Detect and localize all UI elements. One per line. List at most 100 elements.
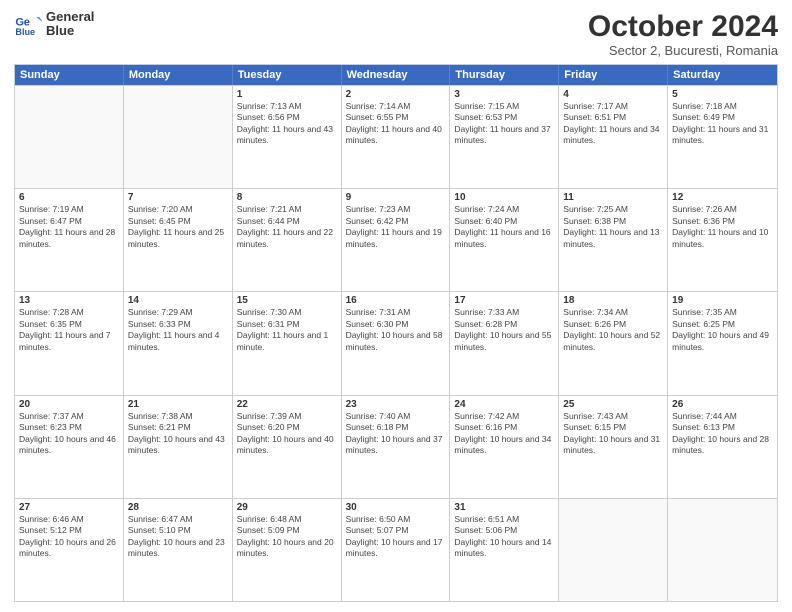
- calendar-day-16: 16Sunrise: 7:31 AM Sunset: 6:30 PM Dayli…: [342, 292, 451, 394]
- calendar-day-20: 20Sunrise: 7:37 AM Sunset: 6:23 PM Dayli…: [15, 396, 124, 498]
- calendar-day-5: 5Sunrise: 7:18 AM Sunset: 6:49 PM Daylig…: [668, 86, 777, 188]
- calendar-day-30: 30Sunrise: 6:50 AM Sunset: 5:07 PM Dayli…: [342, 499, 451, 601]
- day-number: 10: [454, 192, 554, 203]
- day-number: 6: [19, 192, 119, 203]
- calendar-day-21: 21Sunrise: 7:38 AM Sunset: 6:21 PM Dayli…: [124, 396, 233, 498]
- calendar-empty-cell: [559, 499, 668, 601]
- calendar-day-11: 11Sunrise: 7:25 AM Sunset: 6:38 PM Dayli…: [559, 189, 668, 291]
- day-info: Sunrise: 7:37 AM Sunset: 6:23 PM Dayligh…: [19, 411, 119, 457]
- day-number: 31: [454, 502, 554, 513]
- day-number: 28: [128, 502, 228, 513]
- day-number: 29: [237, 502, 337, 513]
- logo-line1: General: [46, 10, 94, 24]
- logo: G e Blue General Blue: [14, 10, 94, 39]
- day-number: 12: [672, 192, 773, 203]
- day-number: 1: [237, 89, 337, 100]
- header-day-sunday: Sunday: [15, 65, 124, 85]
- calendar-empty-cell: [124, 86, 233, 188]
- calendar-day-8: 8Sunrise: 7:21 AM Sunset: 6:44 PM Daylig…: [233, 189, 342, 291]
- calendar-day-10: 10Sunrise: 7:24 AM Sunset: 6:40 PM Dayli…: [450, 189, 559, 291]
- header-day-thursday: Thursday: [450, 65, 559, 85]
- calendar-day-28: 28Sunrise: 6:47 AM Sunset: 5:10 PM Dayli…: [124, 499, 233, 601]
- day-info: Sunrise: 7:15 AM Sunset: 6:53 PM Dayligh…: [454, 101, 554, 147]
- day-number: 8: [237, 192, 337, 203]
- day-info: Sunrise: 7:24 AM Sunset: 6:40 PM Dayligh…: [454, 204, 554, 250]
- calendar-week-4: 20Sunrise: 7:37 AM Sunset: 6:23 PM Dayli…: [15, 395, 777, 498]
- calendar-day-7: 7Sunrise: 7:20 AM Sunset: 6:45 PM Daylig…: [124, 189, 233, 291]
- day-number: 30: [346, 502, 446, 513]
- calendar-day-25: 25Sunrise: 7:43 AM Sunset: 6:15 PM Dayli…: [559, 396, 668, 498]
- page: G e Blue General Blue October 2024 Secto…: [0, 0, 792, 612]
- calendar-day-27: 27Sunrise: 6:46 AM Sunset: 5:12 PM Dayli…: [15, 499, 124, 601]
- calendar-header-row: SundayMondayTuesdayWednesdayThursdayFrid…: [15, 65, 777, 85]
- day-info: Sunrise: 7:43 AM Sunset: 6:15 PM Dayligh…: [563, 411, 663, 457]
- day-number: 15: [237, 295, 337, 306]
- day-info: Sunrise: 7:23 AM Sunset: 6:42 PM Dayligh…: [346, 204, 446, 250]
- calendar-day-17: 17Sunrise: 7:33 AM Sunset: 6:28 PM Dayli…: [450, 292, 559, 394]
- calendar-day-29: 29Sunrise: 6:48 AM Sunset: 5:09 PM Dayli…: [233, 499, 342, 601]
- day-info: Sunrise: 7:29 AM Sunset: 6:33 PM Dayligh…: [128, 307, 228, 353]
- calendar-day-13: 13Sunrise: 7:28 AM Sunset: 6:35 PM Dayli…: [15, 292, 124, 394]
- day-number: 14: [128, 295, 228, 306]
- title-block: October 2024 Sector 2, Bucuresti, Romani…: [588, 10, 778, 58]
- header: G e Blue General Blue October 2024 Secto…: [14, 10, 778, 58]
- day-info: Sunrise: 7:31 AM Sunset: 6:30 PM Dayligh…: [346, 307, 446, 353]
- logo-line2: Blue: [46, 24, 94, 38]
- calendar-week-3: 13Sunrise: 7:28 AM Sunset: 6:35 PM Dayli…: [15, 291, 777, 394]
- day-info: Sunrise: 7:17 AM Sunset: 6:51 PM Dayligh…: [563, 101, 663, 147]
- day-info: Sunrise: 6:51 AM Sunset: 5:06 PM Dayligh…: [454, 514, 554, 560]
- calendar-day-19: 19Sunrise: 7:35 AM Sunset: 6:25 PM Dayli…: [668, 292, 777, 394]
- day-info: Sunrise: 7:44 AM Sunset: 6:13 PM Dayligh…: [672, 411, 773, 457]
- day-info: Sunrise: 7:21 AM Sunset: 6:44 PM Dayligh…: [237, 204, 337, 250]
- calendar-day-24: 24Sunrise: 7:42 AM Sunset: 6:16 PM Dayli…: [450, 396, 559, 498]
- calendar-week-1: 1Sunrise: 7:13 AM Sunset: 6:56 PM Daylig…: [15, 85, 777, 188]
- day-info: Sunrise: 7:35 AM Sunset: 6:25 PM Dayligh…: [672, 307, 773, 353]
- location-subtitle: Sector 2, Bucuresti, Romania: [588, 43, 778, 58]
- day-number: 25: [563, 399, 663, 410]
- day-number: 27: [19, 502, 119, 513]
- month-title: October 2024: [588, 10, 778, 43]
- day-info: Sunrise: 7:30 AM Sunset: 6:31 PM Dayligh…: [237, 307, 337, 353]
- calendar-empty-cell: [15, 86, 124, 188]
- calendar-day-1: 1Sunrise: 7:13 AM Sunset: 6:56 PM Daylig…: [233, 86, 342, 188]
- header-day-saturday: Saturday: [668, 65, 777, 85]
- calendar-day-31: 31Sunrise: 6:51 AM Sunset: 5:06 PM Dayli…: [450, 499, 559, 601]
- day-number: 20: [19, 399, 119, 410]
- day-info: Sunrise: 6:47 AM Sunset: 5:10 PM Dayligh…: [128, 514, 228, 560]
- svg-text:Blue: Blue: [15, 27, 35, 37]
- day-number: 23: [346, 399, 446, 410]
- day-number: 18: [563, 295, 663, 306]
- day-number: 9: [346, 192, 446, 203]
- day-info: Sunrise: 7:42 AM Sunset: 6:16 PM Dayligh…: [454, 411, 554, 457]
- day-info: Sunrise: 6:48 AM Sunset: 5:09 PM Dayligh…: [237, 514, 337, 560]
- day-info: Sunrise: 7:40 AM Sunset: 6:18 PM Dayligh…: [346, 411, 446, 457]
- day-info: Sunrise: 7:33 AM Sunset: 6:28 PM Dayligh…: [454, 307, 554, 353]
- calendar-day-18: 18Sunrise: 7:34 AM Sunset: 6:26 PM Dayli…: [559, 292, 668, 394]
- day-info: Sunrise: 7:13 AM Sunset: 6:56 PM Dayligh…: [237, 101, 337, 147]
- day-number: 22: [237, 399, 337, 410]
- calendar-empty-cell: [668, 499, 777, 601]
- calendar-week-2: 6Sunrise: 7:19 AM Sunset: 6:47 PM Daylig…: [15, 188, 777, 291]
- calendar-day-22: 22Sunrise: 7:39 AM Sunset: 6:20 PM Dayli…: [233, 396, 342, 498]
- day-info: Sunrise: 7:26 AM Sunset: 6:36 PM Dayligh…: [672, 204, 773, 250]
- day-number: 24: [454, 399, 554, 410]
- day-info: Sunrise: 7:18 AM Sunset: 6:49 PM Dayligh…: [672, 101, 773, 147]
- calendar-day-9: 9Sunrise: 7:23 AM Sunset: 6:42 PM Daylig…: [342, 189, 451, 291]
- day-number: 11: [563, 192, 663, 203]
- logo-text: General Blue: [46, 10, 94, 39]
- calendar-week-5: 27Sunrise: 6:46 AM Sunset: 5:12 PM Dayli…: [15, 498, 777, 601]
- day-number: 4: [563, 89, 663, 100]
- day-info: Sunrise: 7:28 AM Sunset: 6:35 PM Dayligh…: [19, 307, 119, 353]
- calendar-day-14: 14Sunrise: 7:29 AM Sunset: 6:33 PM Dayli…: [124, 292, 233, 394]
- header-day-tuesday: Tuesday: [233, 65, 342, 85]
- day-number: 17: [454, 295, 554, 306]
- day-number: 21: [128, 399, 228, 410]
- day-info: Sunrise: 7:38 AM Sunset: 6:21 PM Dayligh…: [128, 411, 228, 457]
- calendar-day-6: 6Sunrise: 7:19 AM Sunset: 6:47 PM Daylig…: [15, 189, 124, 291]
- calendar-day-2: 2Sunrise: 7:14 AM Sunset: 6:55 PM Daylig…: [342, 86, 451, 188]
- day-info: Sunrise: 7:34 AM Sunset: 6:26 PM Dayligh…: [563, 307, 663, 353]
- header-day-friday: Friday: [559, 65, 668, 85]
- calendar-body: 1Sunrise: 7:13 AM Sunset: 6:56 PM Daylig…: [15, 85, 777, 601]
- day-number: 5: [672, 89, 773, 100]
- day-info: Sunrise: 7:19 AM Sunset: 6:47 PM Dayligh…: [19, 204, 119, 250]
